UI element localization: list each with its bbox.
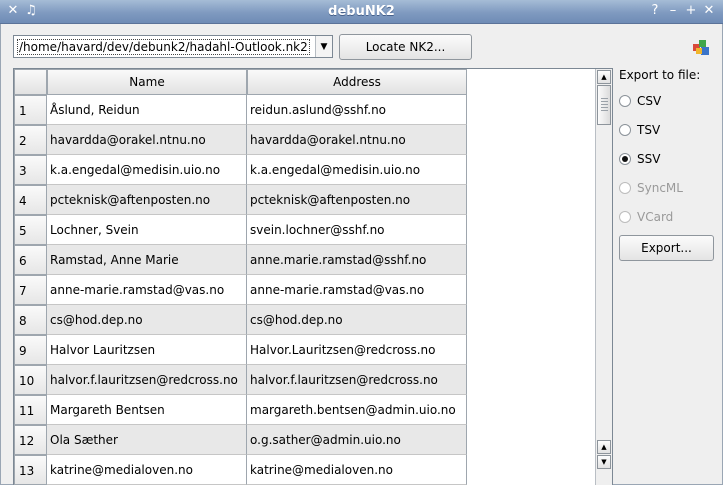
chevron-down-icon[interactable]: ▼ <box>315 36 332 57</box>
radio-indicator <box>619 124 631 136</box>
column-header-name[interactable]: Name <box>47 69 247 95</box>
name-cell[interactable]: katrine@medialoven.no <box>47 455 247 485</box>
scrollbar-thumb[interactable] <box>597 85 611 125</box>
table-row[interactable]: 12 Ola Sæther o.g.sather@admin.uio.no <box>14 425 595 455</box>
row-number[interactable]: 8 <box>14 305 47 335</box>
radio-indicator-selected <box>619 153 631 165</box>
file-path-combobox[interactable]: /home/havard/dev/debunk2/hadahl-Outlook.… <box>13 35 333 58</box>
name-cell[interactable]: halvor.f.lauritzsen@redcross.no <box>47 365 247 395</box>
table-row[interactable]: 10 halvor.f.lauritzsen@redcross.no halvo… <box>14 365 595 395</box>
radio-csv[interactable]: CSV <box>619 92 661 110</box>
table-row[interactable]: 6 Ramstad, Anne Marie anne.marie.ramstad… <box>14 245 595 275</box>
address-cell[interactable]: anne-marie.ramstad@vas.no <box>247 275 467 305</box>
scroll-down-button[interactable]: ▼ <box>597 455 611 469</box>
radio-indicator <box>619 95 631 107</box>
help-icon[interactable]: ? <box>647 3 663 19</box>
table-body: 1 Åslund, Reidun reidun.aslund@sshf.no 2… <box>14 95 595 485</box>
table-row[interactable]: 13 katrine@medialoven.no katrine@medialo… <box>14 455 595 485</box>
radio-tsv[interactable]: TSV <box>619 121 660 139</box>
radio-csv-label: CSV <box>637 94 662 108</box>
table-row[interactable]: 8 cs@hod.dep.no cs@hod.dep.no <box>14 305 595 335</box>
radio-indicator <box>619 182 631 194</box>
row-number[interactable]: 3 <box>14 155 47 185</box>
table-row[interactable]: 1 Åslund, Reidun reidun.aslund@sshf.no <box>14 95 595 125</box>
address-cell[interactable]: k.a.engedal@medisin.uio.no <box>247 155 467 185</box>
name-cell[interactable]: Margareth Bentsen <box>47 395 247 425</box>
locate-nk2-label: Locate NK2... <box>365 40 446 54</box>
address-cell[interactable]: Halvor.Lauritzsen@redcross.no <box>247 335 467 365</box>
title-bar: ✕ ♫ debuNK2 ? – + ✕ <box>0 0 723 24</box>
row-number[interactable]: 4 <box>14 185 47 215</box>
export-button[interactable]: Export... <box>619 235 714 261</box>
address-cell[interactable]: havardda@orakel.ntnu.no <box>247 125 467 155</box>
header-filler <box>467 69 595 95</box>
column-header-name-label: Name <box>129 75 165 89</box>
row-number[interactable]: 7 <box>14 275 47 305</box>
radio-vcard-label: VCard <box>637 210 674 224</box>
column-header-address-label: Address <box>333 75 381 89</box>
name-cell[interactable]: anne-marie.ramstad@vas.no <box>47 275 247 305</box>
row-number[interactable]: 9 <box>14 335 47 365</box>
address-cell[interactable]: svein.lochner@sshf.no <box>247 215 467 245</box>
row-number[interactable]: 11 <box>14 395 47 425</box>
main-window: /home/havard/dev/debunk2/hadahl-Outlook.… <box>0 24 723 485</box>
radio-tsv-label: TSV <box>637 123 661 137</box>
scroll-up-button-lower[interactable]: ▲ <box>597 440 611 454</box>
radio-indicator <box>619 211 631 223</box>
export-to-file-label: Export to file: <box>619 68 701 82</box>
address-cell[interactable]: cs@hod.dep.no <box>247 305 467 335</box>
address-cell[interactable]: pcteknisk@aftenposten.no <box>247 185 467 215</box>
column-header-address[interactable]: Address <box>247 69 467 95</box>
row-number[interactable]: 10 <box>14 365 47 395</box>
table-row[interactable]: 7 anne-marie.ramstad@vas.no anne-marie.r… <box>14 275 595 305</box>
table-row[interactable]: 4 pcteknisk@aftenposten.no pcteknisk@aft… <box>14 185 595 215</box>
app-logo-icon <box>693 40 709 55</box>
radio-syncml-label: SyncML <box>637 181 683 195</box>
address-cell[interactable]: anne.marie.ramstad@sshf.no <box>247 245 467 275</box>
address-cell[interactable]: o.g.sather@admin.uio.no <box>247 425 467 455</box>
address-cell[interactable]: halvor.f.lauritzsen@redcross.no <box>247 365 467 395</box>
vertical-scrollbar[interactable]: ▲ ▲ ▼ <box>595 69 612 485</box>
row-number[interactable]: 5 <box>14 215 47 245</box>
window-title: debuNK2 <box>328 4 395 19</box>
table-row[interactable]: 2 havardda@orakel.ntnu.no havardda@orake… <box>14 125 595 155</box>
export-button-label: Export... <box>641 241 692 255</box>
table-row[interactable]: 11 Margareth Bentsen margareth.bentsen@a… <box>14 395 595 425</box>
locate-nk2-button[interactable]: Locate NK2... <box>339 34 472 60</box>
address-cell[interactable]: margareth.bentsen@admin.uio.no <box>247 395 467 425</box>
radio-vcard: VCard <box>619 208 673 226</box>
row-number[interactable]: 1 <box>14 95 47 125</box>
address-cell[interactable]: reidun.aslund@sshf.no <box>247 95 467 125</box>
table-corner[interactable] <box>14 69 47 95</box>
table-row[interactable]: 5 Lochner, Svein svein.lochner@sshf.no <box>14 215 595 245</box>
scroll-up-button[interactable]: ▲ <box>597 70 611 84</box>
name-cell[interactable]: Ola Sæther <box>47 425 247 455</box>
name-cell[interactable]: Ramstad, Anne Marie <box>47 245 247 275</box>
name-cell[interactable]: cs@hod.dep.no <box>47 305 247 335</box>
name-cell[interactable]: havardda@orakel.ntnu.no <box>47 125 247 155</box>
row-number[interactable]: 13 <box>14 455 47 485</box>
name-cell[interactable]: pcteknisk@aftenposten.no <box>47 185 247 215</box>
row-number[interactable]: 2 <box>14 125 47 155</box>
radio-syncml: SyncML <box>619 179 683 197</box>
row-number[interactable]: 6 <box>14 245 47 275</box>
close-icon[interactable]: ✕ <box>701 3 717 19</box>
name-cell[interactable]: Åslund, Reidun <box>47 95 247 125</box>
name-cell[interactable]: k.a.engedal@medisin.uio.no <box>47 155 247 185</box>
address-cell[interactable]: katrine@medialoven.no <box>247 455 467 485</box>
row-number[interactable]: 12 <box>14 425 47 455</box>
maximize-icon[interactable]: + <box>683 3 699 19</box>
grip-icon <box>601 98 608 112</box>
contacts-table[interactable]: Name Address 1 Åslund, Reidun reidun.asl… <box>13 68 613 485</box>
name-cell[interactable]: Lochner, Svein <box>47 215 247 245</box>
table-row[interactable]: 3 k.a.engedal@medisin.uio.no k.a.engedal… <box>14 155 595 185</box>
table-row[interactable]: 9 Halvor Lauritzsen Halvor.Lauritzsen@re… <box>14 335 595 365</box>
name-cell[interactable]: Halvor Lauritzsen <box>47 335 247 365</box>
radio-ssv[interactable]: SSV <box>619 150 660 168</box>
file-path-value: /home/havard/dev/debunk2/hadahl-Outlook.… <box>17 39 310 55</box>
minimize-icon[interactable]: – <box>665 3 681 19</box>
radio-ssv-label: SSV <box>637 152 661 166</box>
